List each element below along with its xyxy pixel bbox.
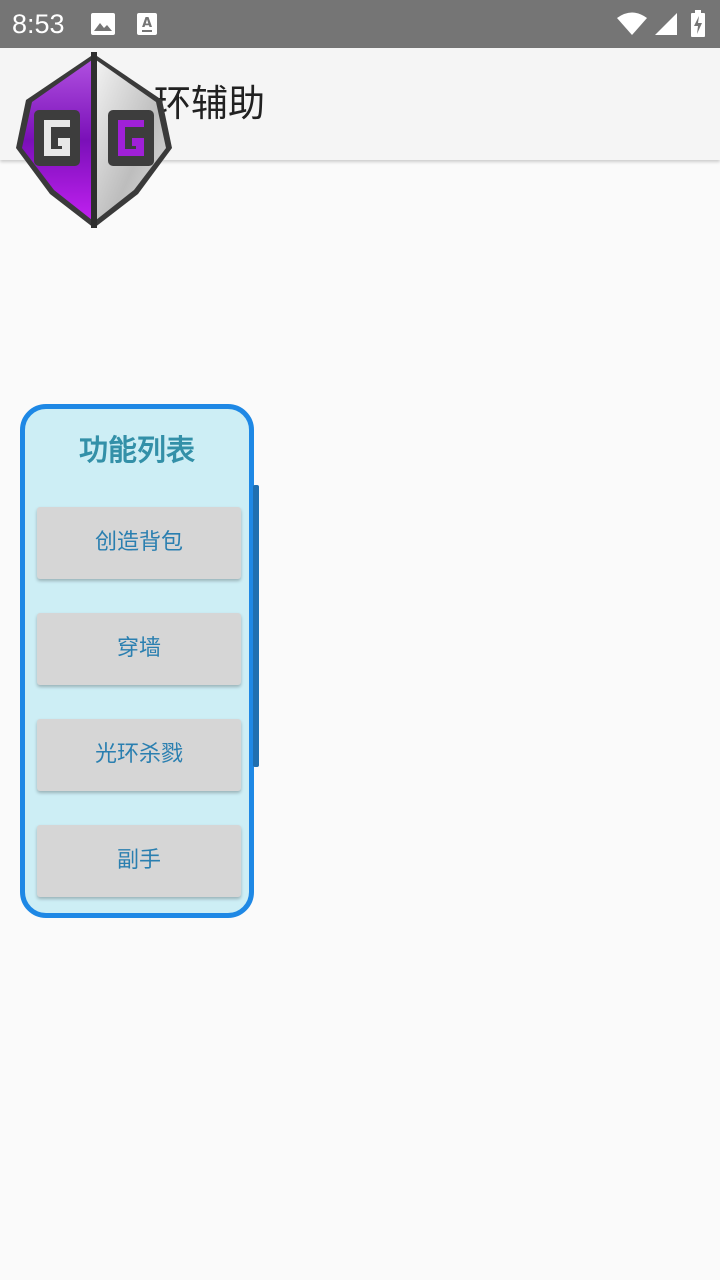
noclip-button[interactable]: 穿墙	[37, 613, 241, 685]
panel-title: 功能列表	[78, 433, 195, 467]
text-a-icon: A	[137, 13, 157, 35]
offhand-button[interactable]: 副手	[37, 825, 241, 897]
signal-icon	[655, 13, 677, 35]
image-icon	[91, 13, 115, 35]
battery-charging-icon	[691, 10, 705, 37]
kill-aura-button[interactable]: 光环杀戮	[37, 719, 241, 791]
create-inventory-button[interactable]: 创造背包	[37, 507, 241, 579]
function-list-panel: 功能列表 创造背包 穿墙 光环杀戮 副手	[20, 404, 259, 918]
status-bar: 8:53 A	[0, 0, 720, 48]
status-time: 8:53	[12, 9, 65, 39]
svg-text:A: A	[142, 16, 152, 31]
panel-scrollbar[interactable]	[253, 485, 259, 767]
wifi-icon	[617, 12, 647, 35]
game-guardian-logo-icon[interactable]	[12, 48, 176, 232]
